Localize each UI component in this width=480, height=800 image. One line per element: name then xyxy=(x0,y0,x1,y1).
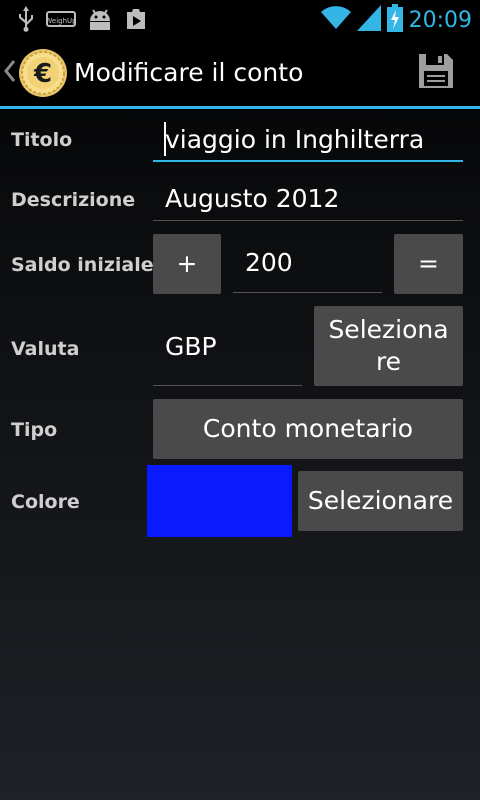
save-button[interactable] xyxy=(400,44,472,102)
page-title: Modificare il conto xyxy=(74,58,304,87)
titolo-label: Titolo xyxy=(11,129,73,151)
color-swatch[interactable] xyxy=(147,465,292,537)
saldo-underline xyxy=(233,292,382,293)
descrizione-input[interactable]: Augusto 2012 xyxy=(153,182,463,218)
titolo-input[interactable]: viaggio in Inghilterra xyxy=(153,122,463,162)
status-bar: WeighUp 20:09 xyxy=(0,0,480,38)
weighup-mini-text: WeighUp xyxy=(46,17,76,25)
colore-label: Colore xyxy=(11,491,80,513)
up-caret-icon[interactable] xyxy=(4,60,16,88)
descrizione-underline xyxy=(153,220,463,221)
usb-icon xyxy=(16,6,36,36)
calculate-button[interactable]: = xyxy=(394,234,463,294)
battery-charging-icon xyxy=(386,4,403,36)
svg-text:€: € xyxy=(33,59,52,89)
android-icon xyxy=(86,7,114,35)
valuta-select-button[interactable]: Seleziona re xyxy=(314,306,463,386)
valuta-select-line2: re xyxy=(375,347,402,376)
titolo-underline xyxy=(153,160,463,162)
action-bar-divider xyxy=(0,106,480,109)
valuta-select-line1: Seleziona xyxy=(328,315,449,344)
descrizione-label: Descrizione xyxy=(11,189,136,211)
valuta-label: Valuta xyxy=(11,338,80,360)
saldo-input[interactable]: 200 xyxy=(233,246,382,282)
clock: 20:09 xyxy=(408,7,472,33)
weight-logo-icon: WeighUp xyxy=(45,9,77,33)
euro-coin-icon[interactable]: € xyxy=(18,48,68,98)
tipo-button[interactable]: Conto monetario xyxy=(153,399,463,459)
play-store-icon xyxy=(124,7,148,35)
colore-select-button[interactable]: Selezionare xyxy=(298,471,463,531)
wifi-icon xyxy=(320,6,351,34)
signal-icon xyxy=(356,5,381,35)
saldo-label: Saldo iniziale xyxy=(11,254,154,276)
text-cursor xyxy=(164,122,166,156)
valuta-underline xyxy=(153,385,302,386)
sign-button[interactable]: + xyxy=(153,234,221,294)
tipo-label: Tipo xyxy=(11,419,58,441)
valuta-input[interactable]: GBP xyxy=(153,330,302,366)
save-icon xyxy=(418,53,454,93)
